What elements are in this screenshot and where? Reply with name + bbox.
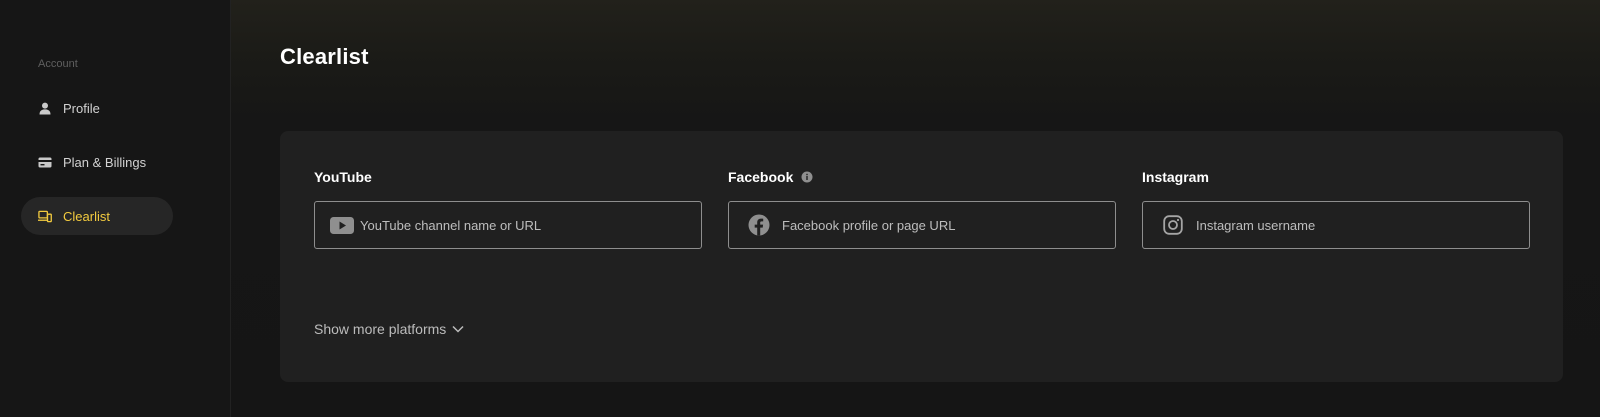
facebook-input[interactable] bbox=[782, 217, 1102, 233]
instagram-field-group: Instagram bbox=[1142, 168, 1530, 249]
instagram-input[interactable] bbox=[1196, 217, 1516, 233]
sidebar-section-label: Account bbox=[38, 58, 78, 70]
facebook-label-text: Facebook bbox=[728, 169, 794, 185]
sidebar-item-label: Clearlist bbox=[63, 208, 110, 224]
youtube-input[interactable] bbox=[360, 217, 680, 233]
youtube-label: YouTube bbox=[314, 168, 702, 186]
sidebar: Account Profile Plan & Billings Clearlis… bbox=[0, 0, 231, 417]
app-window: Account Profile Plan & Billings Clearlis… bbox=[0, 0, 1600, 417]
sidebar-item-clearlist[interactable]: Clearlist bbox=[21, 197, 173, 235]
main-content: Clearlist YouTube YouTube channel name o… bbox=[231, 0, 1600, 417]
chevron-down-icon bbox=[452, 325, 464, 333]
sidebar-item-label: Profile bbox=[63, 100, 100, 116]
instagram-label: Instagram bbox=[1142, 168, 1530, 186]
platforms-card: YouTube Facebook bbox=[280, 131, 1563, 382]
youtube-label-text: YouTube bbox=[314, 169, 372, 185]
sidebar-item-plan-billings[interactable]: Plan & Billings bbox=[21, 143, 173, 181]
youtube-icon bbox=[330, 213, 354, 237]
page-title: Clearlist bbox=[280, 44, 369, 69]
instagram-label-text: Instagram bbox=[1142, 169, 1209, 185]
facebook-icon bbox=[747, 213, 771, 237]
facebook-label: Facebook bbox=[728, 168, 1116, 186]
show-more-platforms-button[interactable]: Show more platforms bbox=[314, 321, 464, 337]
user-icon bbox=[38, 101, 52, 115]
sidebar-item-label: Plan & Billings bbox=[63, 154, 147, 170]
facebook-field[interactable] bbox=[728, 201, 1116, 249]
show-more-label: Show more platforms bbox=[314, 321, 447, 337]
instagram-icon bbox=[1161, 213, 1185, 237]
info-icon[interactable] bbox=[801, 171, 813, 183]
devices-icon bbox=[38, 209, 52, 223]
sidebar-item-profile[interactable]: Profile bbox=[21, 89, 173, 127]
youtube-field-group: YouTube bbox=[314, 168, 702, 249]
youtube-field[interactable] bbox=[314, 201, 702, 249]
credit-card-icon bbox=[38, 155, 52, 169]
facebook-field-group: Facebook bbox=[728, 168, 1116, 249]
instagram-field[interactable] bbox=[1142, 201, 1530, 249]
